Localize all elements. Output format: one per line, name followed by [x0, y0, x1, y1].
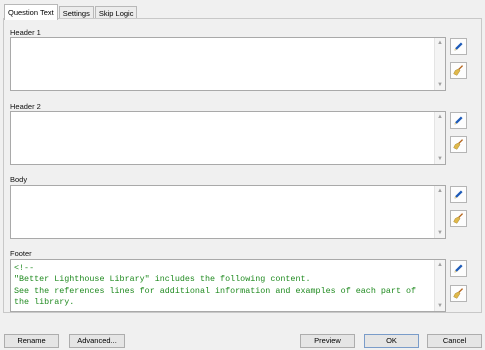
pencil-icon — [454, 116, 463, 125]
scroll-up-arrow-icon[interactable]: ▲ — [436, 261, 444, 269]
pencil-icon — [454, 264, 463, 273]
header-2-scrollbar[interactable]: ▲ ▼ — [434, 112, 445, 164]
header-1-text — [14, 41, 433, 88]
tab-question-text[interactable]: Question Text — [4, 4, 58, 20]
footer-textbox[interactable]: <!-- "Better Lighthouse Library" include… — [10, 259, 446, 312]
footer-edit-button[interactable] — [450, 260, 467, 277]
body-label: Body — [10, 175, 28, 184]
header-2-edit-button[interactable] — [450, 112, 467, 129]
broom-icon — [453, 65, 464, 76]
header-2-label: Header 2 — [10, 102, 41, 111]
header-1-clear-button[interactable] — [450, 62, 467, 79]
header-1-edit-button[interactable] — [450, 38, 467, 55]
preview-button[interactable]: Preview — [300, 334, 355, 348]
scroll-down-arrow-icon[interactable]: ▼ — [436, 229, 444, 237]
scroll-down-arrow-icon[interactable]: ▼ — [436, 81, 444, 89]
header-2-text — [14, 115, 433, 162]
tab-strip: Question Text Settings Skip Logic — [4, 4, 138, 20]
header-1-textbox[interactable]: ▲ ▼ — [10, 37, 446, 91]
body-text — [14, 189, 433, 236]
pencil-icon — [454, 190, 463, 199]
cancel-button[interactable]: Cancel — [427, 334, 482, 348]
body-scrollbar[interactable]: ▲ ▼ — [434, 186, 445, 238]
footer-text: <!-- "Better Lighthouse Library" include… — [14, 263, 417, 308]
header-1-scrollbar[interactable]: ▲ ▼ — [434, 38, 445, 90]
scroll-up-arrow-icon[interactable]: ▲ — [436, 113, 444, 121]
scroll-up-arrow-icon[interactable]: ▲ — [436, 39, 444, 47]
body-textbox[interactable]: ▲ ▼ — [10, 185, 446, 239]
broom-icon — [453, 288, 464, 299]
scroll-down-arrow-icon[interactable]: ▼ — [436, 155, 444, 163]
body-clear-button[interactable] — [450, 210, 467, 227]
footer-scrollbar[interactable]: ▲ ▼ — [434, 260, 445, 311]
footer-clear-button[interactable] — [450, 285, 467, 302]
broom-icon — [453, 139, 464, 150]
broom-icon — [453, 213, 464, 224]
scroll-up-arrow-icon[interactable]: ▲ — [436, 187, 444, 195]
header-2-textbox[interactable]: ▲ ▼ — [10, 111, 446, 165]
ok-button[interactable]: OK — [364, 334, 419, 348]
footer-label: Footer — [10, 249, 32, 258]
scroll-down-arrow-icon[interactable]: ▼ — [436, 302, 444, 310]
header-1-label: Header 1 — [10, 28, 41, 37]
rename-button[interactable]: Rename — [4, 334, 59, 348]
body-edit-button[interactable] — [450, 186, 467, 203]
advanced-button[interactable]: Advanced... — [69, 334, 125, 348]
pencil-icon — [454, 42, 463, 51]
header-2-clear-button[interactable] — [450, 136, 467, 153]
